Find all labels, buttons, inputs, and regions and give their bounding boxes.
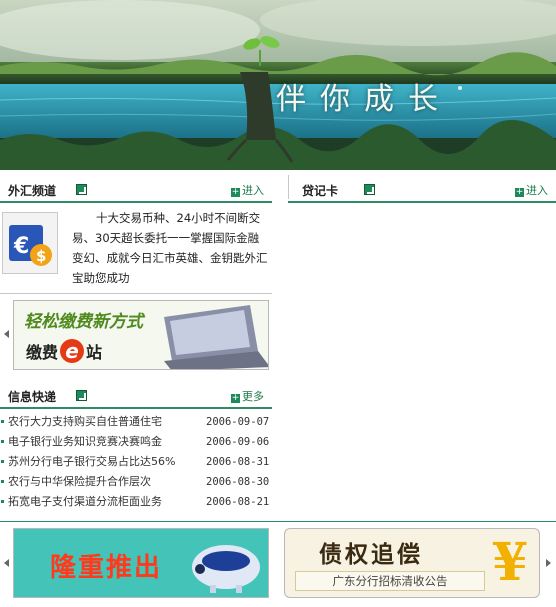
e-logo-icon: e bbox=[60, 339, 85, 363]
loan-enter-link[interactable]: + 进入 bbox=[515, 182, 548, 198]
prev-arrow-icon[interactable] bbox=[4, 559, 9, 567]
bullet-icon bbox=[1, 460, 4, 463]
news-item-date: 2006-08-21 bbox=[206, 496, 270, 508]
plus-icon: + bbox=[515, 187, 524, 197]
news-item[interactable]: 苏州分行电子银行交易占比达56% 2006-08-31 bbox=[0, 452, 272, 472]
launch-ad-text: 隆重推出 bbox=[50, 553, 163, 583]
news-item-title[interactable]: 拓宽电子支付渠道分流柜面业务 bbox=[8, 492, 162, 512]
news-item-date: 2006-08-31 bbox=[206, 456, 270, 468]
banner-slogan: 伴你成长 bbox=[276, 82, 452, 117]
news-more-link[interactable]: + 更多 bbox=[231, 388, 264, 404]
arrow-icon bbox=[364, 184, 375, 195]
svg-text:€: € bbox=[13, 234, 29, 259]
column-divider bbox=[288, 175, 289, 199]
news-item-date: 2006-09-07 bbox=[206, 416, 270, 428]
debt-recovery-ad-banner[interactable]: 债权追偿 广东分行招标清收公告 ¥ bbox=[284, 528, 540, 598]
fx-section-header: 外汇频道 + 进入 bbox=[0, 175, 272, 203]
section-divider bbox=[0, 521, 556, 522]
fx-enter-label: 进入 bbox=[242, 184, 264, 197]
loan-title: 贷记卡 bbox=[302, 184, 339, 198]
fx-euro-icon[interactable]: € $ bbox=[2, 212, 58, 274]
news-item-date: 2006-08-30 bbox=[206, 476, 270, 488]
news-list: 农行大力支持购买自住普通住宅 2006-09-07 电子银行业务知识竞赛决赛鸣金 2… bbox=[0, 412, 272, 512]
bullet-icon bbox=[1, 500, 4, 503]
arrow-icon bbox=[76, 390, 87, 401]
next-arrow-icon[interactable] bbox=[546, 559, 551, 567]
news-item-title[interactable]: 农行与中华保险提升合作层次 bbox=[8, 472, 151, 492]
divider bbox=[0, 293, 272, 294]
loan-enter-label: 进入 bbox=[526, 184, 548, 197]
news-item[interactable]: 农行大力支持购买自住普通住宅 2006-09-07 bbox=[0, 412, 272, 432]
epay-label-post: 站 bbox=[86, 343, 103, 362]
fx-description: 十大交易币种、24小时不间断交易、30天超长委托一一掌握国际金融变幻、成就今日汇… bbox=[72, 211, 268, 285]
news-more-label: 更多 bbox=[242, 390, 264, 403]
banner: 伴你成长 bbox=[0, 0, 556, 170]
debt-ad-title: 债权追偿 bbox=[319, 541, 423, 568]
fx-enter-link[interactable]: + 进入 bbox=[231, 182, 264, 198]
epay-ad-slogan: 轻松缴费新方式 bbox=[24, 312, 143, 332]
epay-ad-banner[interactable]: 轻松缴费新方式 缴费 e 站 bbox=[13, 300, 269, 370]
bullet-icon bbox=[1, 420, 4, 423]
prev-arrow-icon[interactable] bbox=[4, 330, 9, 338]
launch-ad-banner[interactable]: 隆重推出 bbox=[13, 528, 269, 598]
loan-section-header: 贷记卡 + 进入 bbox=[288, 175, 556, 203]
news-item-date: 2006-09-06 bbox=[206, 436, 270, 448]
epay-ad-subtitle: 缴费 e 站 bbox=[26, 339, 102, 363]
news-item[interactable]: 电子银行业务知识竞赛决赛鸣金 2006-09-06 bbox=[0, 432, 272, 452]
news-item-title[interactable]: 农行大力支持购买自住普通住宅 bbox=[8, 412, 162, 432]
news-item[interactable]: 拓宽电子支付渠道分流柜面业务 2006-08-21 bbox=[0, 492, 272, 512]
news-section-header: 信息快递 + 更多 bbox=[0, 381, 272, 409]
news-item[interactable]: 农行与中华保险提升合作层次 2006-08-30 bbox=[0, 472, 272, 492]
svg-text:$: $ bbox=[36, 247, 46, 265]
yen-icon: ¥ bbox=[491, 532, 529, 593]
debt-ad-subtitle: 广东分行招标清收公告 bbox=[295, 571, 485, 591]
news-title: 信息快递 bbox=[8, 390, 57, 404]
news-item-title[interactable]: 苏州分行电子银行交易占比达56% bbox=[8, 452, 175, 472]
news-item-title[interactable]: 电子银行业务知识竞赛决赛鸣金 bbox=[8, 432, 162, 452]
bullet-icon bbox=[1, 480, 4, 483]
epay-label-pre: 缴费 bbox=[26, 343, 59, 362]
plus-icon: + bbox=[231, 187, 240, 197]
bullet-icon bbox=[1, 440, 4, 443]
fx-title: 外汇频道 bbox=[8, 184, 57, 198]
arrow-icon bbox=[76, 184, 87, 195]
plus-icon: + bbox=[231, 393, 240, 403]
